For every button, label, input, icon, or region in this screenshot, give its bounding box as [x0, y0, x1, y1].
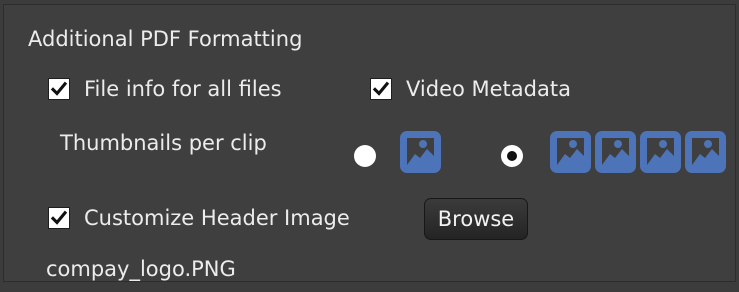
- image-icon: [400, 131, 441, 173]
- video-metadata-option[interactable]: Video Metadata: [370, 75, 571, 103]
- header-image-filename: compay_logo.PNG: [46, 257, 236, 281]
- video-metadata-checkbox[interactable]: [370, 78, 392, 100]
- four-thumbnails-radio[interactable]: [501, 145, 523, 167]
- check-icon: [372, 81, 390, 96]
- browse-button[interactable]: Browse: [424, 198, 528, 240]
- single-thumbnail-radio[interactable]: [354, 145, 376, 167]
- customize-header-image-option[interactable]: Customize Header Image: [48, 204, 350, 232]
- single-thumbnail-preview: [399, 130, 442, 174]
- image-icon: [550, 131, 591, 173]
- check-icon: [50, 210, 68, 225]
- file-info-all-files-checkbox[interactable]: [48, 78, 70, 100]
- thumbnails-per-clip-label: Thumbnails per clip: [60, 131, 267, 155]
- video-metadata-label: Video Metadata: [406, 77, 571, 101]
- radio-selected-dot: [507, 151, 517, 161]
- check-icon: [50, 81, 68, 96]
- additional-pdf-formatting-panel: Additional PDF Formatting File info for …: [3, 4, 736, 282]
- customize-header-image-label: Customize Header Image: [84, 206, 350, 230]
- file-info-all-files-label: File info for all files: [84, 77, 282, 101]
- file-info-all-files-option[interactable]: File info for all files: [48, 75, 282, 103]
- four-thumbnails-preview: [549, 130, 727, 174]
- image-icon: [685, 131, 726, 173]
- image-icon: [640, 131, 681, 173]
- customize-header-image-checkbox[interactable]: [48, 207, 70, 229]
- section-title: Additional PDF Formatting: [28, 27, 303, 51]
- image-icon: [595, 131, 636, 173]
